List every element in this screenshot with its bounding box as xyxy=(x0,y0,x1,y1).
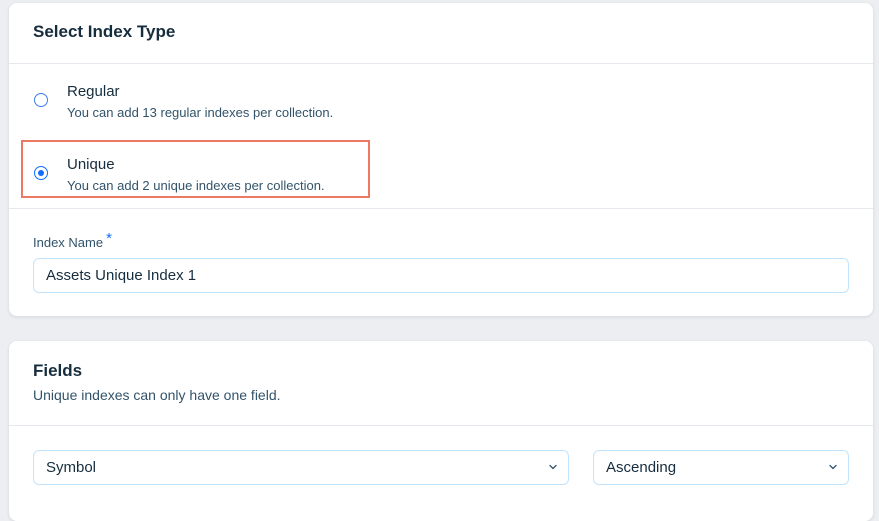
radio-selected-dot xyxy=(37,169,44,176)
fields-subtitle: Unique indexes can only have one field. xyxy=(33,387,281,403)
index-name-label-text: Index Name xyxy=(33,235,104,250)
radio-description-regular: You can add 13 regular indexes per colle… xyxy=(67,105,334,120)
select-index-type-title: Select Index Type xyxy=(33,22,176,41)
index-name-input[interactable] xyxy=(33,258,849,293)
radio-label-unique: Unique xyxy=(67,156,115,173)
fields-card: Fields Unique indexes can only have one … xyxy=(9,341,873,521)
divider xyxy=(9,208,873,209)
chevron-down-icon xyxy=(549,464,557,470)
select-index-type-card: Select Index Type Regular You can add 13… xyxy=(9,3,873,316)
required-asterisk: * xyxy=(106,230,112,247)
divider xyxy=(9,425,873,426)
index-name-label: Index Name * xyxy=(33,230,112,251)
order-select-value: Ascending xyxy=(606,459,677,476)
field-select[interactable]: Symbol xyxy=(33,450,569,485)
field-select-value: Symbol xyxy=(46,459,97,476)
radio-button-regular[interactable] xyxy=(34,93,48,107)
chevron-down-icon xyxy=(829,464,837,470)
radio-description-unique: You can add 2 unique indexes per collect… xyxy=(67,178,325,193)
radio-label-regular: Regular xyxy=(67,83,120,100)
radio-option-unique[interactable]: Unique You can add 2 unique indexes per … xyxy=(21,140,370,198)
fields-title: Fields xyxy=(33,361,83,380)
radio-button-unique[interactable] xyxy=(34,166,48,180)
radio-option-regular[interactable]: Regular You can add 13 regular indexes p… xyxy=(21,79,370,137)
order-select[interactable]: Ascending xyxy=(593,450,849,485)
divider xyxy=(9,63,873,64)
